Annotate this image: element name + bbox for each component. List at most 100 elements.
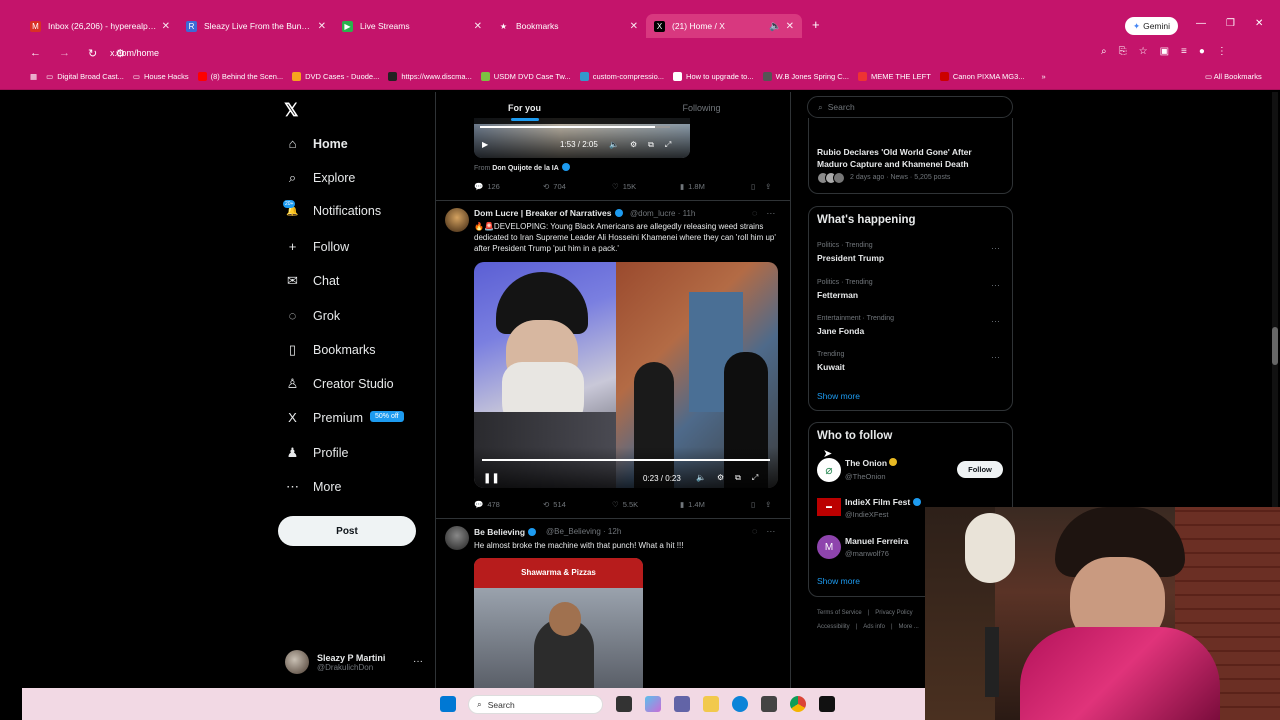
account-switcher[interactable]: Sleazy P Martini @DrakulichDon: [285, 650, 385, 674]
grok-icon[interactable]: ◌: [752, 526, 757, 536]
trend-title[interactable]: President Trump: [817, 253, 884, 263]
follow-button[interactable]: Follow: [957, 461, 1003, 478]
more-icon[interactable]: ···: [991, 243, 1000, 253]
reply-button[interactable]: 💬 126: [474, 182, 500, 191]
tab-bookmarks[interactable]: ★ Bookmarks ✕: [490, 14, 646, 38]
tweet-author[interactable]: Be Believing: [474, 527, 537, 537]
bookmark-item[interactable]: MEME THE LEFT: [857, 72, 931, 81]
grok-icon[interactable]: ◌: [752, 208, 757, 218]
new-tab-button[interactable]: +: [812, 17, 820, 32]
tweet-image[interactable]: Shawarma & Pizzas: [474, 558, 643, 688]
tab-for-you[interactable]: For you: [436, 92, 613, 124]
app-icon[interactable]: [819, 696, 835, 712]
pause-icon[interactable]: ❚❚: [483, 473, 500, 484]
menu-icon[interactable]: ⋮: [1217, 46, 1227, 57]
search-input[interactable]: ⌕ Search: [807, 96, 1013, 118]
zoom-icon[interactable]: ⌕: [1101, 46, 1107, 57]
follow-name[interactable]: IndieX Film Fest: [845, 497, 922, 507]
like-button[interactable]: ♡ 15K: [612, 182, 636, 191]
teams-icon[interactable]: [674, 696, 690, 712]
trend-title[interactable]: Fetterman: [817, 290, 858, 300]
task-view-icon[interactable]: [616, 696, 632, 712]
account-more-icon[interactable]: ···: [413, 656, 423, 667]
follow-name[interactable]: Manuel Ferreira: [845, 536, 908, 546]
apps-icon[interactable]: ▦: [30, 72, 37, 81]
close-window-icon[interactable]: ✕: [1255, 18, 1263, 29]
nav-home[interactable]: ⌂ Home: [285, 136, 348, 151]
pip-icon[interactable]: ⧉: [648, 140, 654, 150]
all-bookmarks[interactable]: ▭ All Bookmarks: [1205, 72, 1262, 81]
close-icon[interactable]: ✕: [786, 21, 794, 32]
profile-icon[interactable]: ●: [1199, 46, 1205, 57]
close-icon[interactable]: ✕: [630, 21, 638, 32]
reload-icon[interactable]: ↻: [88, 47, 97, 60]
more-icon[interactable]: ···: [766, 208, 775, 218]
tab-x-home[interactable]: X (21) Home / X 🔈 ✕: [646, 14, 802, 38]
avatar[interactable]: M: [817, 535, 841, 559]
like-button[interactable]: ♡ 5.5K: [612, 500, 638, 509]
more-icon[interactable]: ···: [991, 316, 1000, 326]
close-icon[interactable]: ✕: [162, 21, 170, 32]
nav-explore[interactable]: ⌕ Explore: [285, 170, 356, 186]
trend-title[interactable]: Jane Fonda: [817, 326, 864, 336]
from-name[interactable]: Don Quijote de la IA: [492, 165, 559, 172]
store-icon[interactable]: [761, 696, 777, 712]
nav-bookmarks[interactable]: ▯ Bookmarks: [285, 342, 376, 358]
windows-start-icon[interactable]: [440, 696, 456, 712]
pip-icon[interactable]: ⧉: [735, 473, 741, 483]
footer-link[interactable]: More ...: [899, 624, 919, 630]
volume-icon[interactable]: 🔈: [609, 140, 619, 150]
repost-button[interactable]: ⟲ 704: [543, 182, 566, 191]
bookmark-item[interactable]: DVD Cases - Duode...: [292, 72, 379, 81]
footer-link[interactable]: Ads info: [863, 624, 885, 630]
video-progress[interactable]: [482, 459, 770, 461]
edge-icon[interactable]: [732, 696, 748, 712]
reply-button[interactable]: 💬 478: [474, 500, 500, 509]
restore-icon[interactable]: ❐: [1226, 18, 1235, 29]
more-icon[interactable]: ···: [991, 352, 1000, 362]
speaker-icon[interactable]: 🔈: [769, 21, 781, 32]
video-player[interactable]: [474, 262, 778, 488]
show-more-link[interactable]: Show more: [817, 391, 860, 401]
bookmark-item[interactable]: ▭ House Hacks: [133, 72, 189, 81]
nav-follow[interactable]: + Follow: [285, 239, 349, 254]
show-more-link[interactable]: Show more: [817, 576, 860, 586]
avatar[interactable]: [445, 526, 469, 550]
minimize-icon[interactable]: —: [1196, 18, 1206, 29]
views-button[interactable]: ▮ 1.4M: [680, 500, 705, 509]
install-icon[interactable]: ⎘: [1119, 46, 1127, 57]
footer-link[interactable]: Accessibility: [817, 624, 850, 630]
repost-button[interactable]: ⟲ 514: [543, 500, 566, 509]
file-explorer-icon[interactable]: [703, 696, 719, 712]
nav-chat[interactable]: ✉ Chat: [285, 273, 339, 289]
share-icon[interactable]: ⇪: [765, 182, 771, 191]
bookmark-item[interactable]: ▭ Digital Broad Cast...: [46, 72, 124, 81]
forward-icon[interactable]: →: [59, 47, 70, 60]
bookmark-item[interactable]: Canon PIXMA MG3...: [939, 72, 1025, 81]
bookmark-item[interactable]: How to upgrade to...: [673, 72, 754, 81]
nav-notifications[interactable]: 🔔 Notifications: [285, 204, 381, 218]
nav-premium[interactable]: X Premium: [285, 410, 363, 425]
post-button[interactable]: Post: [278, 516, 416, 546]
bookmark-item[interactable]: W.B Jones Spring C...: [762, 72, 849, 81]
extensions-icon[interactable]: ≡: [1181, 46, 1187, 57]
url-field[interactable]: x.com/home: [110, 48, 159, 58]
volume-icon[interactable]: 🔈: [696, 473, 706, 483]
play-icon[interactable]: ▶: [482, 140, 488, 149]
copilot-icon[interactable]: [645, 696, 661, 712]
share-icon[interactable]: ⇪: [765, 500, 771, 509]
more-icon[interactable]: ···: [766, 526, 775, 536]
bookmark-item[interactable]: custom-compressio...: [579, 72, 664, 81]
tab-sleazy-live[interactable]: R Sleazy Live From the Bunker 2/ ✕: [178, 14, 334, 38]
bookmark-item[interactable]: USDM DVD Case Tw...: [480, 72, 571, 81]
trend-title[interactable]: Kuwait: [817, 362, 845, 372]
more-icon[interactable]: ···: [991, 280, 1000, 290]
footer-link[interactable]: Terms of Service: [817, 610, 862, 616]
avatar[interactable]: [445, 208, 469, 232]
close-icon[interactable]: ✕: [474, 21, 482, 32]
bookmark-icon[interactable]: ▯: [751, 500, 755, 509]
footer-link[interactable]: Privacy Policy: [875, 610, 912, 616]
bookmark-icon[interactable]: ▯: [751, 182, 755, 191]
tab-following[interactable]: Following: [613, 92, 790, 124]
nav-grok[interactable]: ◌ Grok: [285, 308, 340, 323]
